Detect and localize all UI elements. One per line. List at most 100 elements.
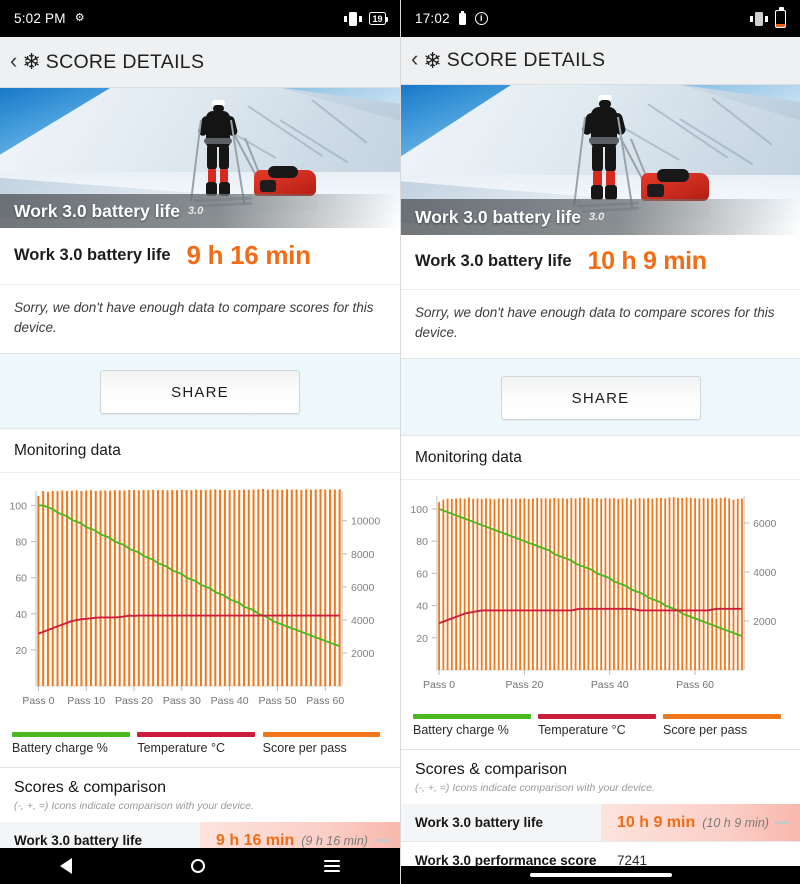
- comparison-equal-icon: [775, 821, 790, 825]
- svg-text:Pass 0: Pass 0: [423, 680, 455, 691]
- chart-svg-left: 20 40 60 80 100 2000 4000 6000 8000 10000 Pass 0 Pa…: [9, 488, 380, 707]
- scores-comparison-header: Scores & comparison (-, +, =) Icons indi…: [0, 767, 400, 823]
- share-button[interactable]: SHARE: [500, 376, 701, 421]
- android-nav-bar-left: [0, 848, 400, 884]
- page-title: SCORE DETAILS: [446, 49, 606, 71]
- svg-text:Pass 40: Pass 40: [211, 695, 249, 707]
- info-circle-icon: i: [474, 12, 488, 25]
- svg-text:2000: 2000: [753, 617, 776, 628]
- score-value: 10 h 9 min: [587, 247, 708, 275]
- page-title: SCORE DETAILS: [45, 50, 205, 73]
- legend-label-battery: Battery charge %: [413, 723, 509, 738]
- back-chevron-icon[interactable]: ‹: [10, 49, 17, 75]
- monitoring-chart-card: 20 40 60 80 100 2000 4000 6000 8000 10000 Pass 0 Pa…: [0, 473, 400, 768]
- legend-item-battery: Battery charge %: [12, 732, 137, 755]
- hero-caption-title: Work 3.0 battery life: [14, 200, 180, 221]
- comparison-equal-icon: [375, 839, 390, 843]
- svg-text:Pass 0: Pass 0: [22, 695, 54, 707]
- status-bar-left: 5:02 PM ⚙ 19: [0, 0, 400, 37]
- legend-item-score: Score per pass: [663, 714, 788, 737]
- legend-swatch-battery: [413, 714, 531, 720]
- legend-item-score: Score per pass: [262, 732, 388, 756]
- left-phone-screen: 5:02 PM ⚙ 19 ‹ ❄ SCORE DETAILS Work 3.0 …: [0, 0, 400, 884]
- svg-text:20: 20: [416, 634, 428, 645]
- battery-icon: 19: [368, 12, 389, 25]
- score-summary-row: Work 3.0 battery life 10 h 9 min: [401, 235, 800, 290]
- share-button[interactable]: SHARE: [100, 370, 300, 415]
- app-bar-left: ‹ ❄ SCORE DETAILS: [0, 37, 400, 88]
- svg-text:100: 100: [410, 505, 428, 516]
- home-nav-icon[interactable]: [190, 859, 205, 873]
- svg-text:Pass 60: Pass 60: [676, 680, 714, 691]
- legend-label-score: Score per pass: [262, 741, 347, 756]
- recents-nav-icon[interactable]: [324, 860, 341, 872]
- status-time: 5:02 PM: [14, 11, 66, 26]
- hero-caption-title: Work 3.0 battery life: [415, 206, 581, 227]
- svg-text:80: 80: [15, 537, 27, 549]
- back-chevron-icon[interactable]: ‹: [411, 48, 418, 73]
- legend-label-temperature: Temperature °C: [137, 741, 225, 756]
- hero-caption-bar: Work 3.0 battery life 3.0: [401, 199, 800, 235]
- no-comparison-note: Sorry, we don't have enough data to comp…: [0, 285, 400, 355]
- scores-comparison-header: Scores & comparison (-, +, =) Icons indi…: [401, 749, 800, 805]
- svg-text:6000: 6000: [753, 519, 776, 530]
- legend-label-score: Score per pass: [663, 723, 748, 738]
- svg-text:Pass 60: Pass 60: [306, 695, 344, 707]
- chart-legend-left: Battery charge % Temperature °C Score pe…: [0, 728, 400, 768]
- android-nav-bar-right: [401, 866, 800, 884]
- status-bar-left-group: 5:02 PM ⚙: [14, 11, 85, 26]
- share-button-container: SHARE: [0, 354, 400, 428]
- scores-comparison-title: Scores & comparison: [415, 761, 568, 779]
- hero-caption-version: 3.0: [188, 205, 204, 217]
- chart-legend-right: Battery charge % Temperature °C Score pe…: [401, 710, 800, 750]
- snowflake-icon: ❄: [423, 47, 442, 73]
- vibrate-icon: [750, 11, 768, 26]
- legend-swatch-score: [663, 714, 781, 720]
- svg-text:60: 60: [15, 573, 27, 585]
- back-nav-icon[interactable]: [59, 858, 72, 874]
- monitoring-data-title: Monitoring data: [0, 428, 400, 474]
- status-bar-right: 17:02 i: [401, 0, 800, 37]
- svg-text:60: 60: [416, 569, 428, 580]
- row-value-paren: (9 h 16 min): [301, 833, 368, 848]
- right-phone-screen: 17:02 i ‹ ❄ SCORE DETAILS Work 3.0 batte…: [400, 0, 800, 884]
- svg-text:Pass 20: Pass 20: [505, 680, 543, 691]
- legend-swatch-temperature: [538, 714, 656, 720]
- legend-label-battery: Battery charge %: [12, 741, 108, 756]
- svg-text:20: 20: [15, 645, 27, 657]
- svg-text:8000: 8000: [351, 549, 375, 561]
- legend-label-temperature: Temperature °C: [538, 723, 626, 738]
- legend-swatch-battery: [12, 732, 130, 738]
- score-value: 9 h 16 min: [186, 240, 311, 270]
- vibrate-icon: [343, 11, 362, 26]
- legend-item-temperature: Temperature °C: [538, 714, 663, 737]
- app-bar-right: ‹ ❄ SCORE DETAILS: [401, 37, 800, 85]
- status-bar-right-group: [750, 7, 786, 28]
- monitoring-chart-card: 20 40 60 80 100 2000 4000 6000 Pass 0 Pass 20 Pass…: [401, 480, 800, 750]
- alarm-icon: ⚙: [74, 12, 85, 24]
- monitoring-data-title: Monitoring data: [401, 435, 800, 481]
- legend-item-battery: Battery charge %: [413, 714, 538, 737]
- svg-text:Pass 40: Pass 40: [591, 680, 629, 691]
- svg-text:Pass 10: Pass 10: [67, 695, 105, 707]
- table-row[interactable]: Work 3.0 battery life 10 h 9 min (10 h 9…: [401, 804, 800, 843]
- svg-text:40: 40: [416, 602, 428, 613]
- scores-comparison-title: Scores & comparison: [14, 779, 167, 797]
- battery-small-icon: [458, 10, 466, 25]
- svg-text:100: 100: [9, 501, 27, 513]
- row-value: 9 h 16 min: [216, 831, 295, 849]
- scores-comparison-subtitle: (-, +, =) Icons indicate comparison with…: [14, 800, 254, 813]
- row-value: 10 h 9 min: [617, 813, 696, 831]
- hero-caption-version: 3.0: [589, 211, 605, 223]
- score-summary-row: Work 3.0 battery life 9 h 16 min: [0, 228, 400, 285]
- svg-text:4000: 4000: [351, 615, 375, 627]
- home-pill-indicator[interactable]: [529, 873, 672, 877]
- snowflake-icon: ❄: [22, 49, 41, 74]
- row-name: Work 3.0 battery life: [415, 815, 544, 831]
- legend-swatch-score: [262, 732, 381, 738]
- share-button-container: SHARE: [401, 359, 800, 435]
- row-value-cell: 10 h 9 min (10 h 9 min): [601, 804, 800, 842]
- score-label: Work 3.0 battery life: [415, 252, 572, 270]
- no-comparison-note: Sorry, we don't have enough data to comp…: [401, 290, 800, 360]
- scores-comparison-subtitle: (-, +, =) Icons indicate comparison with…: [415, 782, 655, 795]
